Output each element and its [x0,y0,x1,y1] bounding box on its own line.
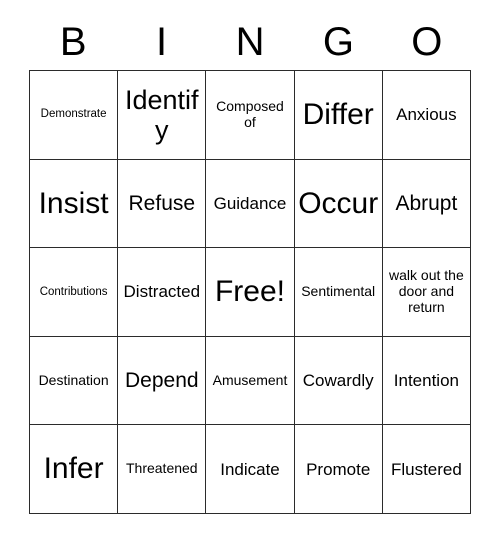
bingo-cell-label: Abrupt [395,191,458,215]
bingo-cell-label: Contributions [39,285,108,298]
bingo-cell-b1[interactable]: Demonstrate [30,71,119,160]
bingo-cell-label: Promote [306,459,371,479]
bingo-cell-label: Differ [302,98,374,131]
bingo-cell-label: Anxious [396,105,457,125]
bingo-cell-i4[interactable]: Depend [118,336,207,426]
bingo-header-letter-n: N [235,20,265,64]
bingo-cell-i5[interactable]: Threatened [118,425,207,514]
bingo-cell-label: Flustered [390,459,462,479]
bingo-cell-free-space[interactable]: Free! [206,248,295,337]
bingo-cell-label: Insist [38,186,109,220]
bingo-cell-label: Free! [214,275,285,309]
bingo-cell-label: Intention [393,371,459,391]
bingo-cell-i3[interactable]: Distracted [118,248,207,337]
bingo-cell-g1[interactable]: Differ [294,71,383,160]
bingo-cell-o3[interactable]: walk out the door and return [382,248,471,337]
bingo-cell-i1[interactable]: Identify [118,71,207,160]
bingo-cell-g2[interactable]: Occur [294,159,383,249]
bingo-cell-o2[interactable]: Abrupt [382,159,471,249]
bingo-cell-label: Threatened [125,460,198,477]
bingo-cell-g4[interactable]: Cowardly [294,336,383,426]
bingo-cell-b2[interactable]: Insist [30,159,119,249]
bingo-cell-o1[interactable]: Anxious [382,71,471,160]
bingo-cell-label: Composed of [216,98,284,130]
bingo-cell-label: Guidance [213,193,287,213]
bingo-header-row: B I N G O [29,14,471,70]
bingo-cell-n2[interactable]: Guidance [206,159,295,249]
bingo-card: B I N G O Demonstrate Identify Composed … [0,0,500,544]
bingo-cell-label: Sentimental [301,283,376,300]
bingo-cell-b4[interactable]: Destination [30,336,119,426]
bingo-cell-label: Distracted [123,282,201,302]
bingo-cell-label: Occur [298,186,379,220]
bingo-cell-o5[interactable]: Flustered [382,425,471,514]
bingo-cell-b3[interactable]: Contributions [30,248,119,337]
bingo-cell-o4[interactable]: Intention [382,336,471,426]
bingo-header-letter-o: O [411,20,443,64]
bingo-cell-label: Depend [125,368,199,392]
bingo-cell-n1[interactable]: Composed of [206,71,295,160]
bingo-cell-i2[interactable]: Refuse [118,159,207,249]
bingo-cell-label: Demonstrate [40,108,107,121]
bingo-cell-b5[interactable]: Infer [30,425,119,514]
bingo-grid: Demonstrate Identify Composed of Differ … [29,70,471,514]
bingo-cell-n4[interactable]: Amusement [206,336,295,426]
bingo-cell-label: Amusement [212,371,288,388]
bingo-cell-g3[interactable]: Sentimental [294,248,383,337]
bingo-cell-label: Refuse [128,191,196,215]
bingo-cell-g5[interactable]: Promote [294,425,383,514]
bingo-cell-label: Infer [43,452,104,486]
bingo-cell-label: Identify [125,84,199,145]
bingo-cell-label: Cowardly [302,371,374,391]
bingo-cell-label: walk out the door and return [389,267,464,315]
bingo-header-letter-g: G [322,20,354,64]
bingo-header-letter-i: I [156,20,168,64]
bingo-header-letter-b: B [59,20,87,64]
bingo-cell-label: Indicate [220,459,280,479]
bingo-cell-label: Destination [38,371,109,388]
bingo-cell-n5[interactable]: Indicate [206,425,295,514]
